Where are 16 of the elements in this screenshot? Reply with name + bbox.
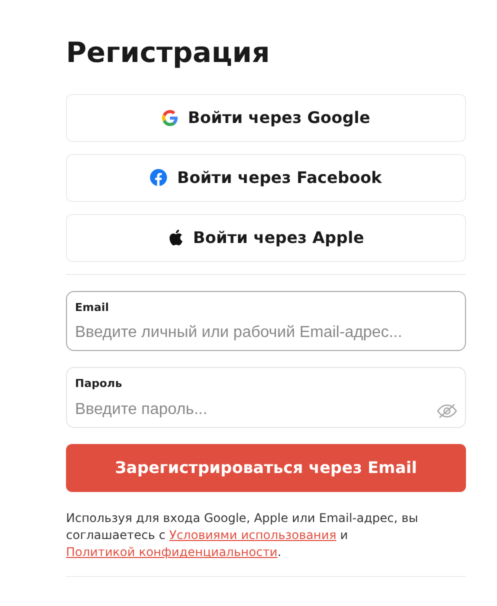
facebook-icon [150,169,168,186]
password-field[interactable]: Пароль Введите пароль... [66,367,466,428]
google-icon [162,110,178,126]
register-button[interactable]: Зарегистрироваться через Email [66,444,466,492]
eye-slash-icon[interactable] [437,402,457,419]
email-field[interactable]: Email Введите личный или рабочий Email-адрес... [66,290,466,352]
social-login-button[interactable]: Войти через Google [66,94,466,142]
field-label: Email [75,300,110,316]
social-login-button[interactable]: Войти через Apple [66,214,466,262]
apple-icon [168,229,183,246]
consent-link[interactable]: Политикой конфиденциальности [66,545,278,560]
social-login-button[interactable]: Войти через Facebook [66,154,466,202]
consent-link[interactable]: Условиями использования [169,528,336,542]
consent-text: Используя для входа Google, Apple или Email-адрес, вы соглашаетесь с Условиями использования и Политикой конфиденциальности. [66,510,420,562]
field-label: Пароль [75,376,124,392]
page-title: Регистрация [66,36,271,70]
